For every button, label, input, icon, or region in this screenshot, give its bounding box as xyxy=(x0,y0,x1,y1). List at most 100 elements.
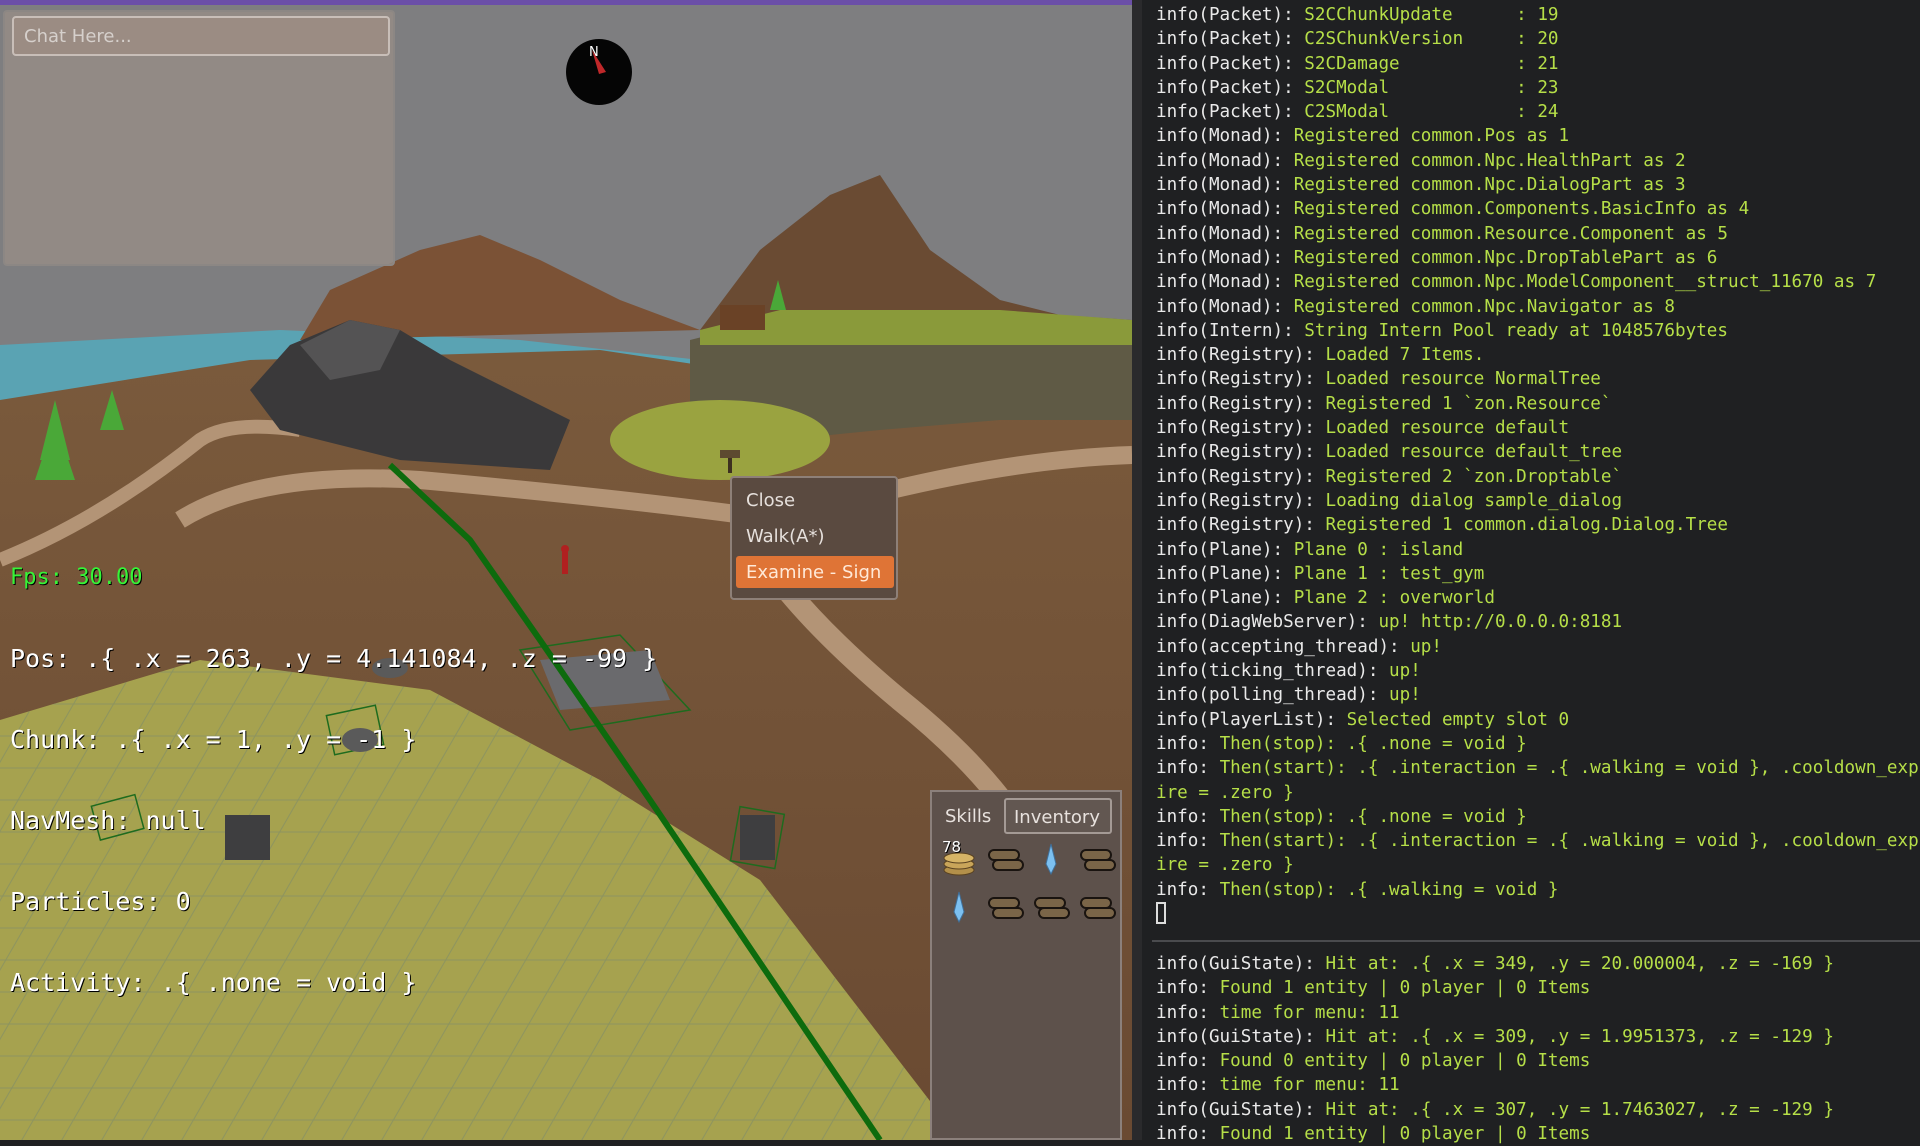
log-message: up! http://0.0.0.0:8181 xyxy=(1378,612,1623,633)
log-line: info(Intern): String Intern Pool ready a… xyxy=(1156,319,1920,343)
log-tag: info(Plane): xyxy=(1156,539,1294,560)
log-tag: info(Monad): xyxy=(1156,296,1294,317)
log-tag: info(Monad): xyxy=(1156,199,1294,220)
log-message: Plane 2 : overworld xyxy=(1293,588,1495,609)
position-readout: Pos: .{ .x = 263, .y = 4.141084, .z = -9… xyxy=(10,644,658,673)
log-tag: info: xyxy=(1156,1051,1220,1072)
log-line: info(GuiState): Hit at: .{ .x = 349, .y … xyxy=(1156,952,1920,976)
log-tag: info(Registry): xyxy=(1156,369,1326,390)
text-cursor xyxy=(1156,901,1166,924)
log-message: Then(stop): .{ .none = void } xyxy=(1219,806,1527,827)
activity-readout: Activity: .{ .none = void } xyxy=(10,968,417,997)
log-message: Registered common.Npc.Navigator as 8 xyxy=(1293,296,1676,317)
log-message: C2SChunkVersion : 20 xyxy=(1304,29,1559,50)
log-message: Plane 0 : island xyxy=(1293,539,1464,560)
log-message: Then(stop): .{ .walking = void } xyxy=(1219,879,1559,900)
log-line: info(Registry): Loading dialog sample_di… xyxy=(1156,489,1920,513)
log-tag: info(Monad): xyxy=(1156,223,1294,244)
server-log: info(Packet): S2CChunkUpdate : 19 info(Pa… xyxy=(1156,3,1920,926)
chunk-readout: Chunk: .{ .x = 1, .y = -1 } xyxy=(10,725,417,754)
log-tag: info(polling_thread): xyxy=(1156,685,1390,706)
crystal-icon xyxy=(953,891,965,924)
chat-input[interactable] xyxy=(12,16,390,56)
console-window[interactable]: info(Packet): S2CChunkUpdate : 19 info(Pa… xyxy=(1132,0,1920,1144)
log-line: info(GuiState): Hit at: .{ .x = 307, .y … xyxy=(1156,1098,1920,1122)
log-message: ire = .zero } xyxy=(1156,855,1294,876)
compass-north-label: N xyxy=(589,45,599,60)
inventory-slot[interactable] xyxy=(1074,884,1120,932)
log-message: Registered 1 `zon.Resource` xyxy=(1325,393,1612,414)
inventory-slot[interactable]: 78 xyxy=(936,836,982,884)
log-message: Then(start): .{ .interaction = .{ .walki… xyxy=(1219,831,1919,852)
log-message: Registered 2 `zon.Droptable` xyxy=(1325,466,1623,487)
log-message: Loaded resource NormalTree xyxy=(1325,369,1601,390)
inventory-slot[interactable] xyxy=(1028,884,1074,932)
compass-icon[interactable]: N xyxy=(565,38,633,106)
log-tag: info(Packet): xyxy=(1156,5,1305,25)
log-message: C2SModal : 24 xyxy=(1304,102,1559,123)
logs-icon xyxy=(988,897,1024,919)
log-line: info(Monad): Registered common.Component… xyxy=(1156,197,1920,221)
log-message: S2CModal : 23 xyxy=(1304,77,1559,98)
log-tag: info: xyxy=(1156,806,1220,827)
inventory-grid: 78 xyxy=(936,836,1118,932)
log-line: info(Monad): Registered common.Npc.Navig… xyxy=(1156,295,1920,319)
log-line: info(PlayerList): Selected empty slot 0 xyxy=(1156,708,1920,732)
log-message: Then(start): .{ .interaction = .{ .walki… xyxy=(1219,758,1919,779)
inventory-slot[interactable] xyxy=(936,884,982,932)
log-tag: info(Monad): xyxy=(1156,272,1294,293)
log-tag: info: xyxy=(1156,978,1220,999)
log-line: info(Registry): Registered 1 `zon.Resour… xyxy=(1156,392,1920,416)
log-line: info(Registry): Registered 1 common.dial… xyxy=(1156,513,1920,537)
menu-item-examine-sign[interactable]: Examine - Sign xyxy=(736,556,894,588)
log-line: info: time for menu: 11 xyxy=(1156,1073,1920,1097)
tab-inventory[interactable]: Inventory xyxy=(1004,798,1112,834)
log-tag: info: xyxy=(1156,1124,1220,1145)
log-message: Found 0 entity | 0 player | 0 Items xyxy=(1219,1051,1591,1072)
log-tag: info(Packet): xyxy=(1156,77,1305,98)
log-line: info: Then(start): .{ .interaction = .{ … xyxy=(1156,756,1920,780)
log-message: Registered common.Npc.HealthPart as 2 xyxy=(1293,150,1686,171)
log-line: info: Found 1 entity | 0 player | 0 Item… xyxy=(1156,1122,1920,1146)
inventory-slot[interactable] xyxy=(1028,836,1074,884)
log-tag: info(Intern): xyxy=(1156,320,1305,341)
menu-item-walk[interactable]: Walk(A*) xyxy=(736,520,894,552)
menu-item-close[interactable]: Close xyxy=(736,484,894,516)
log-line: info(Monad): Registered common.Resource.… xyxy=(1156,222,1920,246)
game-viewport[interactable]: N Fps: 30.00 Pos: .{ .x = 263, .y = 4.14… xyxy=(0,0,1132,1140)
log-line: info(Registry): Loaded resource default xyxy=(1156,416,1920,440)
log-tag: info(Monad): xyxy=(1156,126,1294,147)
prompt-line[interactable] xyxy=(1156,901,1920,926)
log-message: ire = .zero } xyxy=(1156,782,1294,803)
log-tag: info(Registry): xyxy=(1156,345,1326,366)
log-line: info: Then(start): .{ .interaction = .{ … xyxy=(1156,829,1920,853)
log-line: info(ticking_thread): up! xyxy=(1156,659,1920,683)
log-message: Registered 1 common.dialog.Dialog.Tree xyxy=(1325,515,1728,536)
log-message: up! xyxy=(1389,685,1421,706)
slot-count: 78 xyxy=(942,838,962,856)
side-panel: Skills Inventory 78 xyxy=(930,790,1122,1140)
log-message: String Intern Pool ready at 1048576bytes xyxy=(1304,320,1728,341)
log-line: info(Plane): Plane 1 : test_gym xyxy=(1156,562,1920,586)
tab-skills[interactable]: Skills xyxy=(936,798,1000,834)
crystal-icon xyxy=(1045,843,1057,876)
log-line: info(DiagWebServer): up! http://0.0.0.0:… xyxy=(1156,610,1920,634)
client-log: info(GuiState): Hit at: .{ .x = 349, .y … xyxy=(1156,952,1920,1146)
log-line: info: time for menu: 11 xyxy=(1156,1001,1920,1025)
log-tag: info(Packet): xyxy=(1156,53,1305,74)
log-message: Plane 1 : test_gym xyxy=(1293,563,1485,584)
log-tag: info: xyxy=(1156,1002,1220,1023)
log-message: time for menu: 11 xyxy=(1219,1075,1400,1096)
log-line: info(polling_thread): up! xyxy=(1156,683,1920,707)
log-message: Loaded resource default_tree xyxy=(1325,442,1623,463)
inventory-slot[interactable] xyxy=(982,836,1028,884)
log-line: info(Monad): Registered common.Npc.Model… xyxy=(1156,270,1920,294)
log-line: info(Registry): Loaded 7 Items. xyxy=(1156,343,1920,367)
log-tag: info(GuiState): xyxy=(1156,1099,1326,1120)
inventory-slot[interactable] xyxy=(982,884,1028,932)
log-line: info: Then(stop): .{ .walking = void } xyxy=(1156,878,1920,902)
log-message: time for menu: 11 xyxy=(1219,1002,1400,1023)
inventory-slot[interactable] xyxy=(1074,836,1120,884)
log-tag: info: xyxy=(1156,831,1220,852)
log-tag: info(PlayerList): xyxy=(1156,709,1347,730)
